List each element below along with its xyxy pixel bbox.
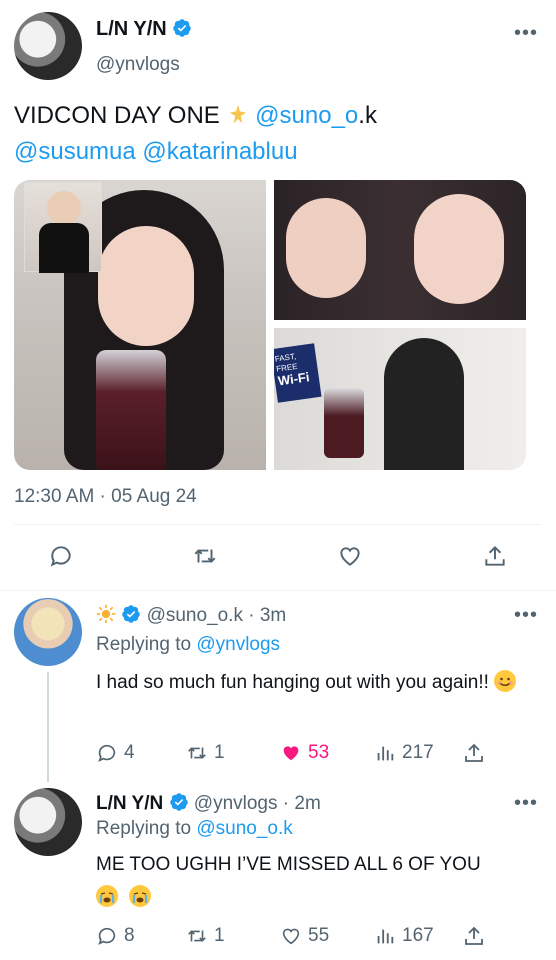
media-grid[interactable]: FAST, FREE Wi-Fi [14, 180, 526, 470]
media-photo-3[interactable]: FAST, FREE Wi-Fi [274, 328, 526, 470]
photo-cup-small [324, 388, 364, 458]
reply2-header: L/N Y/N @ynvlogs · 2m [96, 792, 321, 815]
crying-emoji-icon [96, 885, 118, 907]
tweet-timestamp[interactable]: 12:30 AM · 05 Aug 24 [14, 486, 197, 508]
reply-icon [98, 744, 116, 762]
mention-suno[interactable]: @suno_o [255, 102, 358, 129]
view-count: 217 [402, 742, 434, 763]
retweet-count: 1 [214, 742, 225, 763]
reply1-dot: · [248, 605, 255, 626]
like-icon [282, 928, 300, 945]
retweet-icon [188, 930, 206, 942]
like-icon [283, 746, 299, 761]
reply1-reply-count[interactable]: 4 [96, 742, 135, 764]
reply1-handle[interactable]: @suno_o.k [147, 605, 243, 626]
retweet-icon[interactable] [192, 543, 218, 569]
reply2-reply-count[interactable]: 8 [96, 925, 135, 947]
author-display-name[interactable]: L/N Y/N [96, 18, 167, 40]
photo-cup-shape [96, 350, 166, 470]
reply-count: 8 [124, 925, 135, 946]
replying-label: Replying to [96, 818, 192, 839]
sun-emoji-icon [96, 604, 116, 624]
more-icon[interactable]: ••• [514, 23, 538, 43]
retweet-count: 1 [214, 925, 225, 946]
reply1-header: @suno_o.k · 3m [96, 604, 286, 627]
mention-katarinabluu[interactable]: @katarinabluu [142, 138, 297, 165]
reply2-view-count[interactable]: 167 [374, 925, 434, 947]
share-icon[interactable] [462, 741, 486, 765]
reply2-like-count[interactable]: 55 [280, 925, 329, 947]
share-icon[interactable] [482, 543, 508, 569]
reply1-avatar[interactable] [14, 598, 82, 666]
photo-inset [24, 182, 102, 273]
reply1-view-count[interactable]: 217 [374, 742, 434, 764]
reply1-replying-to: Replying to @ynvlogs [96, 634, 280, 656]
author-handle[interactable]: @ynvlogs [96, 54, 180, 76]
author-name-row[interactable]: L/N Y/N [96, 18, 192, 41]
media-photo-2[interactable] [274, 180, 526, 320]
verified-icon [173, 19, 192, 37]
reply2-text: ME TOO UGHH I’VE MISSED ALL 6 OF YOU [96, 848, 546, 914]
crying-emoji-icon [129, 885, 152, 907]
reply-count: 4 [124, 742, 135, 763]
more-icon[interactable]: ••• [514, 793, 538, 813]
reply2-handle[interactable]: @ynvlogs [194, 793, 278, 814]
like-count: 53 [308, 742, 330, 763]
thread-line [47, 672, 49, 782]
retweet-icon [188, 747, 206, 759]
verified-icon [169, 793, 188, 811]
tweet-text-main: VIDCON DAY ONE [14, 102, 220, 129]
replying-label: Replying to [96, 634, 192, 655]
reply2-age[interactable]: 2m [294, 793, 320, 814]
reply2-retweet-count[interactable]: 1 [186, 925, 225, 947]
more-icon[interactable]: ••• [514, 605, 538, 625]
reply-icon[interactable] [48, 543, 74, 569]
reply1-text-body: I had so much fun hanging out with you a… [96, 672, 489, 693]
smiling-emoji-icon [494, 670, 517, 692]
reply1-age[interactable]: 3m [260, 605, 286, 626]
reply-icon [98, 927, 116, 945]
photo-face-left [286, 198, 366, 298]
photo-face-shape [98, 226, 194, 346]
replying-handle[interactable]: @suno_o.k [196, 818, 292, 839]
sparkle-icon [229, 104, 246, 124]
photo-face-right [414, 194, 504, 304]
view-count: 167 [402, 925, 434, 946]
views-icon [377, 929, 394, 944]
tweet-text: VIDCON DAY ONE @suno_o.k @susumua @katar… [14, 98, 534, 170]
like-count: 55 [308, 925, 330, 946]
views-icon [377, 746, 394, 761]
wifi-sign: FAST, FREE Wi-Fi [274, 343, 322, 403]
reply2-text-body: ME TOO UGHH I’VE MISSED ALL 6 OF YOU [96, 854, 481, 875]
replying-handle[interactable]: @ynvlogs [196, 634, 280, 655]
mention-susumua[interactable]: @susumua [14, 138, 136, 165]
reply1-retweet-count[interactable]: 1 [186, 742, 225, 764]
share-icon[interactable] [462, 924, 486, 948]
photo-person-shape [384, 338, 464, 470]
reply2-display-name[interactable]: L/N Y/N [96, 793, 163, 814]
reply2-avatar[interactable] [14, 788, 82, 856]
mention-suno-suffix: .k [358, 102, 377, 129]
media-photo-1[interactable] [14, 180, 266, 470]
reply1-text: I had so much fun hanging out with you a… [96, 666, 536, 699]
wifi-sign-line2: Wi-Fi [276, 369, 311, 389]
reply1-like-count[interactable]: 53 [280, 742, 329, 764]
divider [0, 590, 556, 591]
divider [14, 524, 542, 525]
reply2-replying-to: Replying to @suno_o.k [96, 818, 293, 840]
reply2-dot: · [282, 793, 290, 814]
author-avatar[interactable] [14, 12, 82, 80]
verified-icon [122, 605, 141, 623]
like-icon[interactable] [337, 543, 363, 569]
